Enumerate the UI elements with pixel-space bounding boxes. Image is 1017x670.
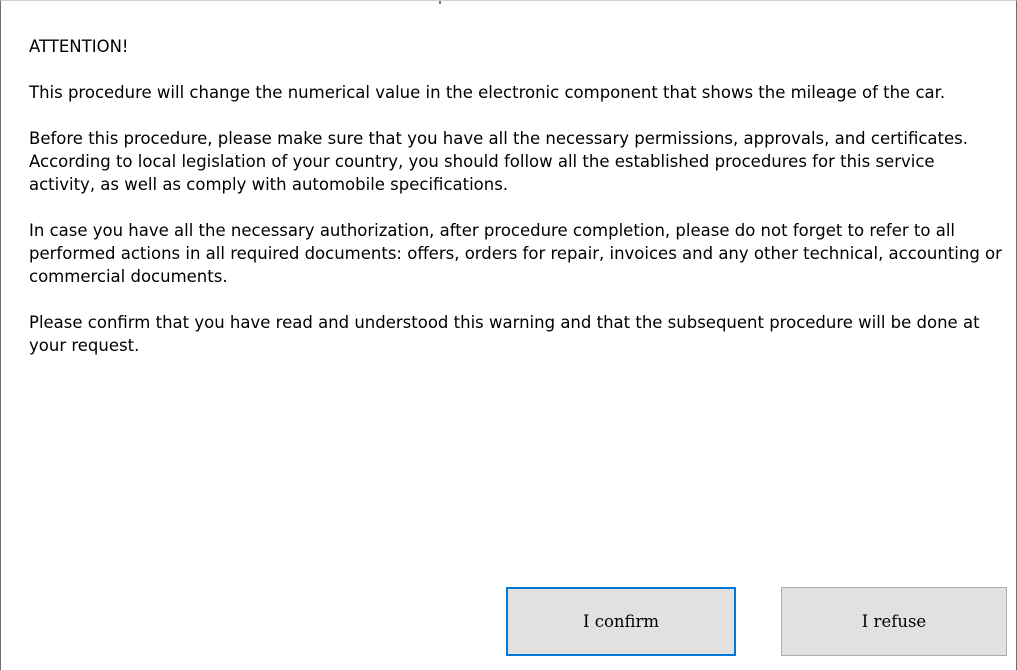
warning-paragraph-3: In case you have all the necessary autho… [29, 221, 1002, 286]
warning-paragraph-2: Before this procedure, please make sure … [29, 129, 969, 194]
warning-message: ATTENTION! This procedure will change th… [29, 35, 1004, 380]
window-edge-marker [439, 1, 441, 4]
warning-dialog: ATTENTION! This procedure will change th… [0, 0, 1017, 670]
warning-paragraph-1: This procedure will change the numerical… [29, 83, 946, 102]
refuse-button[interactable]: I refuse [781, 587, 1007, 656]
confirm-button[interactable]: I confirm [506, 587, 736, 656]
warning-heading: ATTENTION! [29, 37, 129, 56]
warning-paragraph-4: Please confirm that you have read and un… [29, 313, 980, 355]
